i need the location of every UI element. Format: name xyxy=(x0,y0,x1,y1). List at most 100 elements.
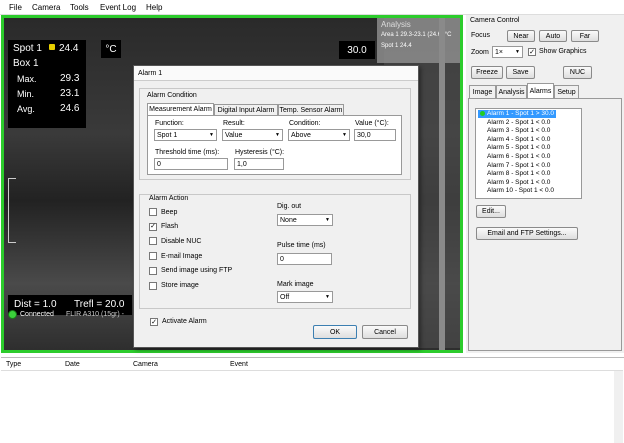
tab-image[interactable]: Image xyxy=(469,85,496,98)
alarm-list-item[interactable]: Alarm 2 - Spot 1 < 0.0 xyxy=(478,119,552,127)
chevron-down-icon: ▼ xyxy=(325,294,330,300)
dig-out-select[interactable]: None ▼ xyxy=(277,214,333,226)
show-graphics-checkbox[interactable]: ✓ xyxy=(528,48,536,56)
min-label: Min. xyxy=(17,89,35,99)
column-event[interactable]: Event xyxy=(230,361,248,368)
action-checkbox[interactable] xyxy=(149,237,157,246)
activate-alarm-checkbox[interactable]: ✓ xyxy=(150,318,158,326)
alarm-active-icon xyxy=(480,137,485,142)
action-checkbox[interactable] xyxy=(149,266,157,275)
alarm-list-item[interactable]: Alarm 4 - Spot 1 < 0.0 xyxy=(478,136,552,144)
action-option[interactable]: Beep xyxy=(149,207,177,217)
result-value: Value xyxy=(225,131,243,139)
condition-label: Condition: xyxy=(289,120,321,127)
menu-tools[interactable]: Tools xyxy=(70,3,89,12)
freeze-button[interactable]: Freeze xyxy=(471,66,503,79)
alarm-list-item-label: Alarm 2 - Spot 1 < 0.0 xyxy=(487,118,551,126)
event-log-header: Type Date Camera Event xyxy=(1,358,623,371)
nuc-button[interactable]: NUC xyxy=(563,66,592,79)
alarm-active-icon xyxy=(480,188,485,193)
min-value: 23.1 xyxy=(60,88,80,99)
ok-button[interactable]: OK xyxy=(313,325,357,339)
action-option[interactable]: Send image using FTP xyxy=(149,266,232,276)
chevron-down-icon: ▼ xyxy=(515,49,520,55)
alarm-list-item[interactable]: Alarm 10 - Spot 1 < 0.0 xyxy=(478,187,556,195)
alarm-list-item[interactable]: Alarm 9 - Spot 1 < 0.0 xyxy=(478,179,552,187)
alarm-list-item-label: Alarm 3 - Spot 1 < 0.0 xyxy=(487,127,551,135)
focus-auto-button[interactable]: Auto xyxy=(539,30,567,42)
result-select[interactable]: Value ▼ xyxy=(222,129,283,141)
result-label: Result: xyxy=(223,120,245,127)
alarm-list-item-label: Alarm 4 - Spot 1 < 0.0 xyxy=(487,135,551,143)
tab-setup[interactable]: Setup xyxy=(554,85,579,98)
tab-measurement-alarm[interactable]: Measurement Alarm xyxy=(147,103,214,115)
alarm-active-icon xyxy=(480,128,485,133)
menu-file[interactable]: File xyxy=(9,3,22,12)
alarm-list-item[interactable]: Alarm 1 - Spot 1 > 30.0 xyxy=(478,110,557,118)
pulse-time-input[interactable]: 0 xyxy=(277,253,332,265)
action-option[interactable]: E-mail Image xyxy=(149,251,202,261)
dialog-title: Alarm 1 xyxy=(138,70,163,77)
focus-near-button[interactable]: Near xyxy=(507,30,535,42)
dig-out-label: Dig. out xyxy=(277,203,302,210)
max-value: 29.3 xyxy=(60,73,80,84)
condition-value: Above xyxy=(291,131,311,139)
tab-digital-input-alarm[interactable]: Digital Input Alarm xyxy=(214,104,278,115)
action-checkbox[interactable] xyxy=(149,252,157,261)
tab-analysis[interactable]: Analysis xyxy=(496,85,527,98)
alarm-list-item[interactable]: Alarm 6 - Spot 1 < 0.0 xyxy=(478,153,552,161)
alarm-list-item-label: Alarm 10 - Spot 1 < 0.0 xyxy=(487,187,555,195)
camera-name: FLIR A310 (15gr) - xyxy=(66,311,124,318)
cancel-button[interactable]: Cancel xyxy=(362,325,408,339)
alarm-list-item-label: Alarm 1 - Spot 1 > 30.0 xyxy=(487,110,555,117)
analysis-spot: Spot 1 24.4 xyxy=(381,43,412,49)
action-option[interactable]: Store image xyxy=(149,281,199,291)
alarm-list-item-label: Alarm 6 - Spot 1 < 0.0 xyxy=(487,153,551,160)
focus-label: Focus xyxy=(471,32,491,39)
tab-alarms[interactable]: Alarms xyxy=(527,83,554,98)
action-checkbox[interactable] xyxy=(149,208,157,216)
focus-far-button[interactable]: Far xyxy=(571,30,599,42)
function-value: Spot 1 xyxy=(157,131,178,139)
scale-top-value: 30.0 xyxy=(339,41,375,59)
alarm-list-item[interactable]: Alarm 7 - Spot 1 < 0.0 xyxy=(478,162,552,170)
alarm-active-icon xyxy=(480,180,485,185)
condition-select[interactable]: Above ▼ xyxy=(288,129,350,141)
mark-image-select[interactable]: Off ▼ xyxy=(277,291,333,303)
alarm-condition-title: Alarm Condition xyxy=(147,92,197,99)
menu-event-log[interactable]: Event Log xyxy=(100,3,136,12)
alarm-list[interactable]: Alarm 1 - Spot 1 > 30.0 Alarm 2 - Spot 1 … xyxy=(475,108,582,199)
alarm-list-item[interactable]: Alarm 3 - Spot 1 < 0.0 xyxy=(478,127,552,135)
alarm-list-item[interactable]: Alarm 8 - Spot 1 < 0.0 xyxy=(478,170,552,178)
mark-image-value: Off xyxy=(280,293,290,301)
alarm-active-icon xyxy=(480,119,485,124)
tab-temp-sensor-alarm[interactable]: Temp. Sensor Alarm xyxy=(278,104,344,115)
value-input[interactable]: 30,0 xyxy=(354,129,396,141)
alarm-active-icon xyxy=(480,154,485,159)
action-label: Store image xyxy=(161,282,199,289)
control-title: Camera Control xyxy=(470,17,520,24)
action-option[interactable]: ✓ Flash xyxy=(149,222,178,232)
save-button[interactable]: Save xyxy=(506,66,535,79)
chevron-down-icon: ▼ xyxy=(342,132,347,138)
action-label: Send image using FTP xyxy=(161,267,233,275)
menu-help[interactable]: Help xyxy=(146,3,162,12)
function-select[interactable]: Spot 1 ▼ xyxy=(154,129,217,141)
alarm-list-item[interactable]: Alarm 5 - Spot 1 < 0.0 xyxy=(478,144,552,152)
camera-control-panel: Camera Control Focus Near Auto Far Zoom … xyxy=(466,15,624,353)
action-checkbox[interactable] xyxy=(149,281,157,290)
edit-button[interactable]: Edit... xyxy=(476,205,506,218)
threshold-input[interactable]: 0 xyxy=(154,158,228,170)
email-ftp-settings-button[interactable]: Email and FTP Settings... xyxy=(476,227,578,240)
chevron-down-icon: ▼ xyxy=(275,132,280,138)
column-camera[interactable]: Camera xyxy=(133,361,158,368)
hysteresis-input[interactable]: 1,0 xyxy=(234,158,284,170)
alarm-dialog: Alarm 1 Alarm Condition Measurement Alar… xyxy=(133,65,419,348)
action-option[interactable]: Disable NUC xyxy=(149,236,201,246)
action-checkbox[interactable]: ✓ xyxy=(149,222,157,231)
menu-camera[interactable]: Camera xyxy=(32,3,60,12)
zoom-select[interactable]: 1× ▼ xyxy=(492,46,523,58)
event-log-scrollbar[interactable] xyxy=(614,371,623,443)
column-type[interactable]: Type xyxy=(6,361,21,368)
column-date[interactable]: Date xyxy=(65,361,80,368)
